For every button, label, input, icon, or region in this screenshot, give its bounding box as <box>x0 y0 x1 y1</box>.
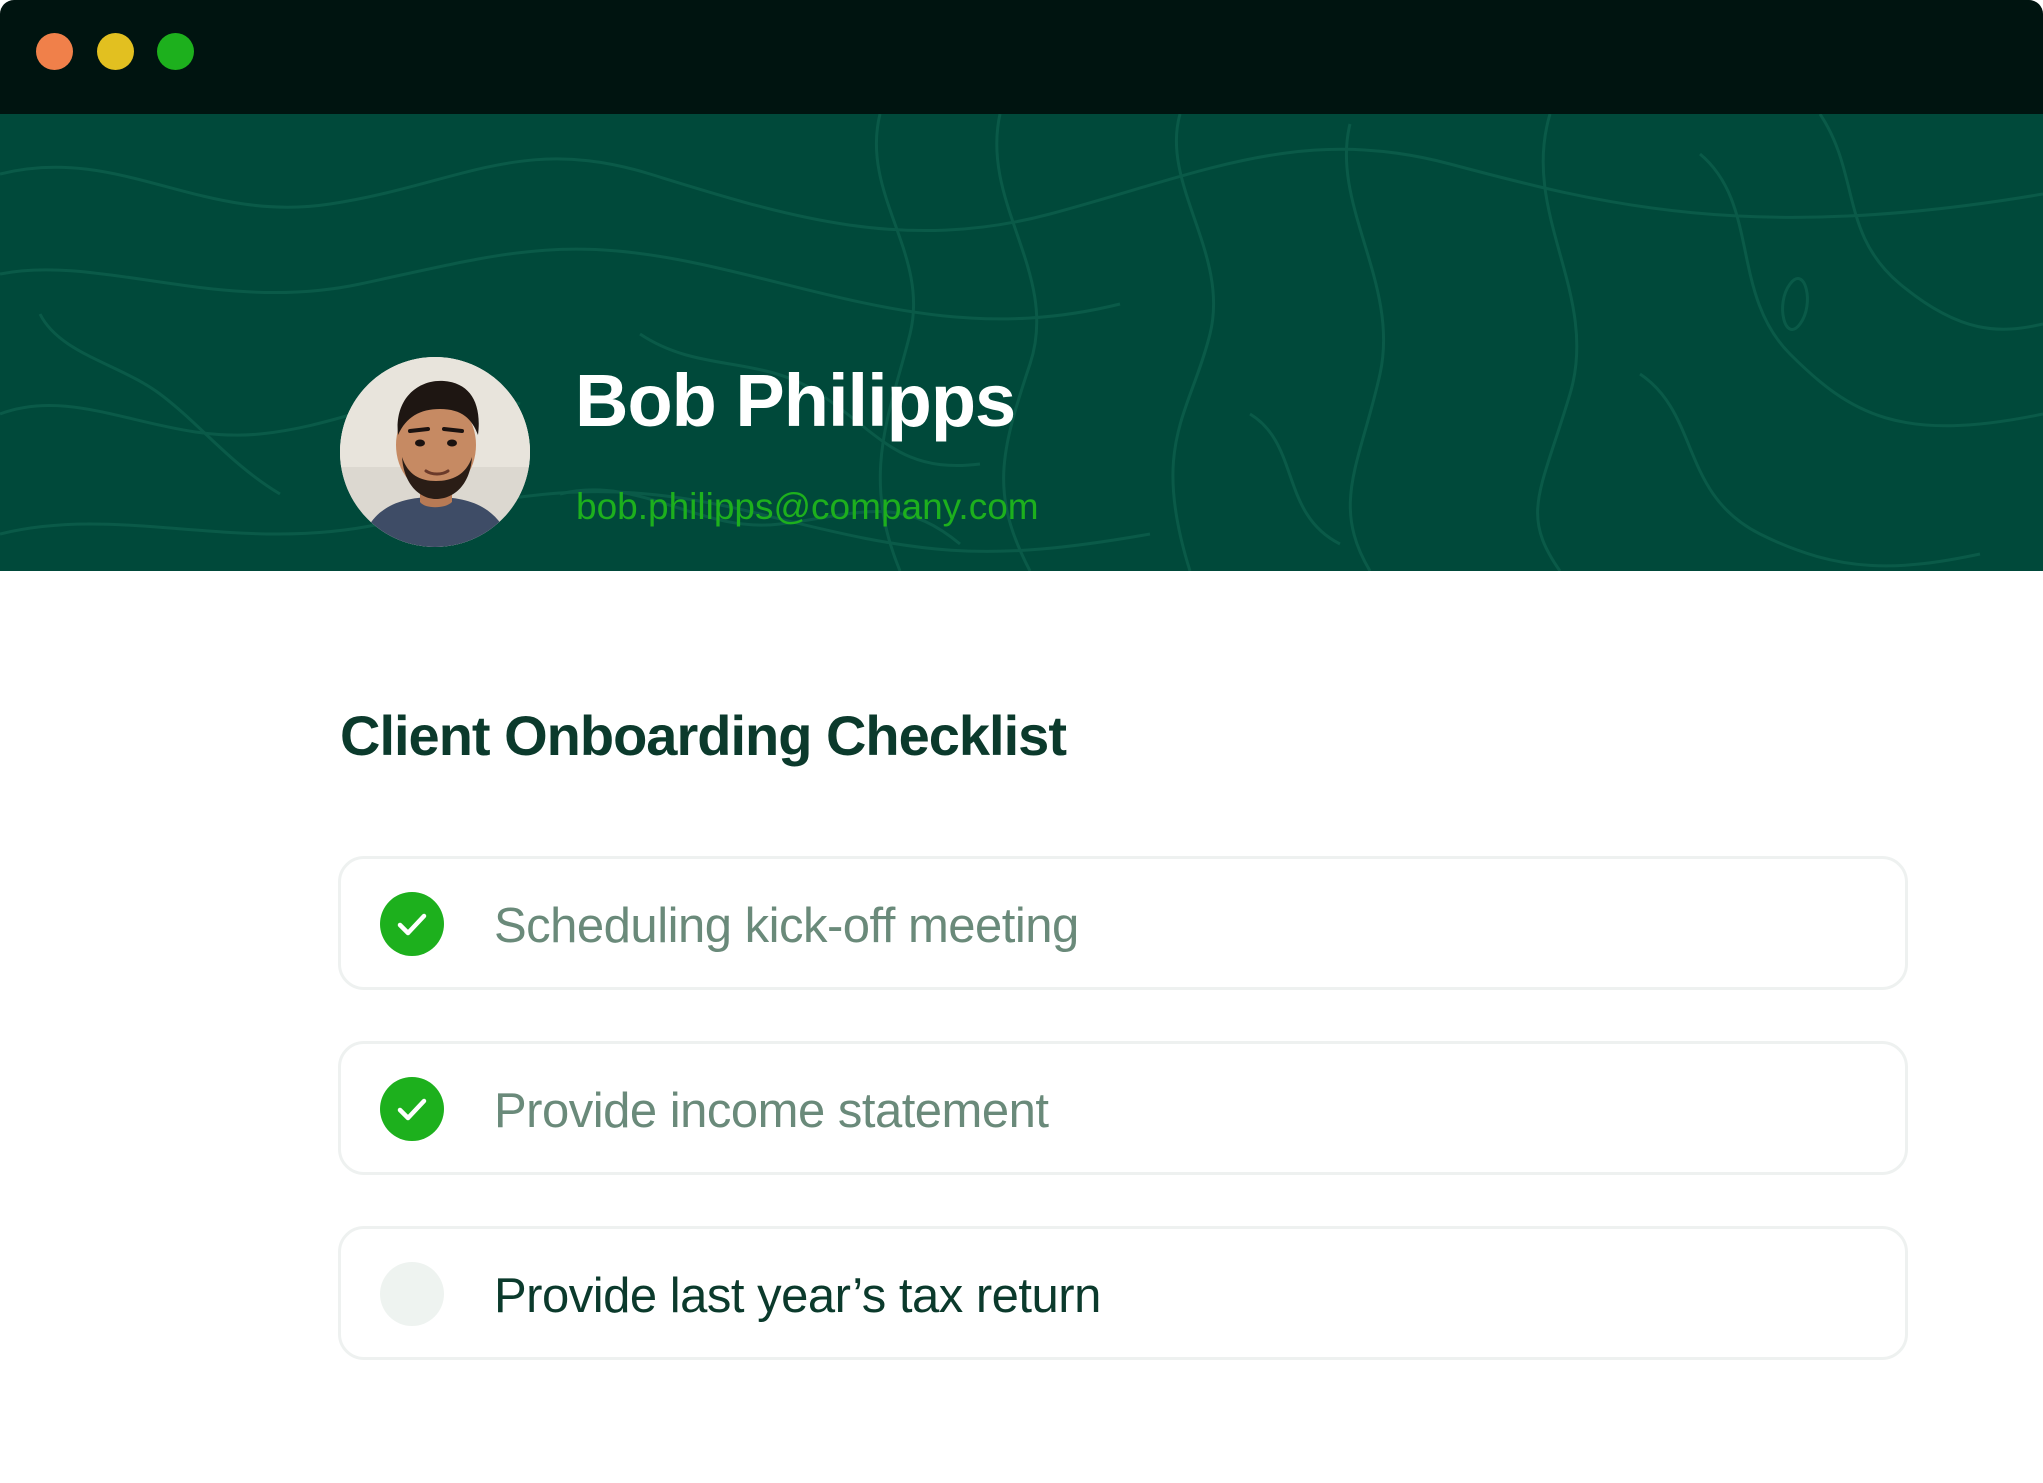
user-photo-icon <box>340 357 530 547</box>
check-icon[interactable] <box>380 1077 444 1141</box>
maximize-window-button[interactable] <box>157 33 194 70</box>
app-window: Bob Philipps bob.philipps@company.com Cl… <box>0 0 2043 1483</box>
checklist-item-label: Provide income statement <box>494 1084 1049 1138</box>
profile-name: Bob Philipps <box>575 359 1016 442</box>
avatar[interactable] <box>340 357 530 547</box>
checklist-title: Client Onboarding Checklist <box>340 704 1067 767</box>
checklist-item[interactable]: Provide last year’s tax return <box>338 1226 1908 1360</box>
checklist-item-label: Provide last year’s tax return <box>494 1269 1101 1323</box>
profile-email[interactable]: bob.philipps@company.com <box>576 488 1039 525</box>
minimize-window-button[interactable] <box>97 33 134 70</box>
profile-banner: Bob Philipps bob.philipps@company.com <box>0 114 2043 571</box>
window-titlebar <box>0 0 2043 114</box>
checklist-item[interactable]: Provide income statement <box>338 1041 1908 1175</box>
empty-circle-icon[interactable] <box>380 1262 444 1326</box>
checklist-item[interactable]: Scheduling kick-off meeting <box>338 856 1908 990</box>
checklist-item-label: Scheduling kick-off meeting <box>494 899 1079 953</box>
check-icon[interactable] <box>380 892 444 956</box>
close-window-button[interactable] <box>36 33 73 70</box>
